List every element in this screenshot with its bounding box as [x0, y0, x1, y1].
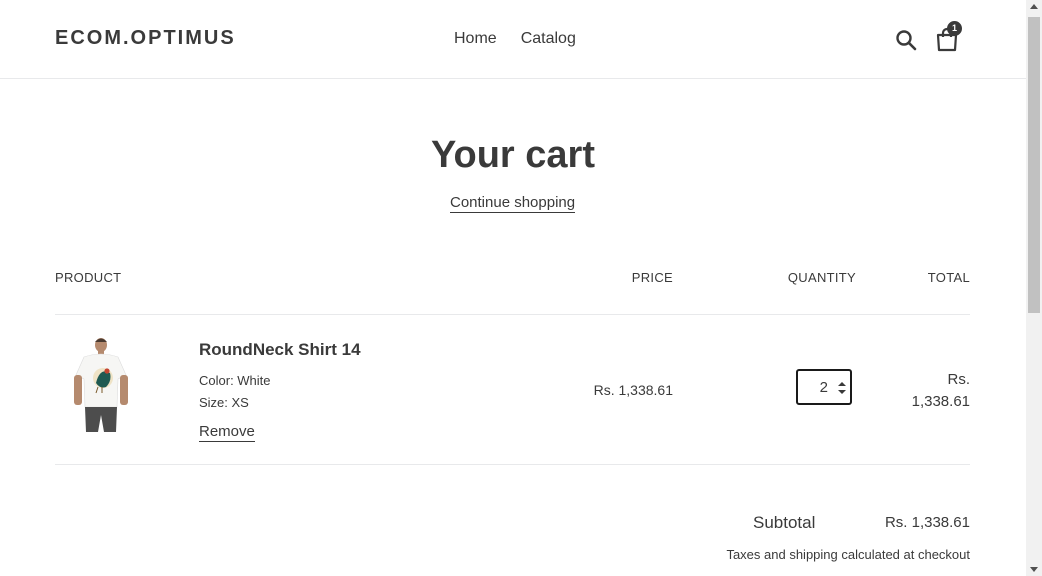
- page-title: Your cart: [430, 134, 595, 176]
- quantity-stepper[interactable]: [796, 369, 852, 405]
- product-size: Size: XS: [199, 395, 249, 410]
- site-logo[interactable]: ECOM.OPTIMUS: [55, 27, 236, 50]
- subtotal-value: Rs. 1,338.61: [884, 514, 970, 531]
- header-total: TOTAL: [927, 270, 970, 285]
- product-image[interactable]: [70, 337, 132, 432]
- item-total-amount: 1,338.61: [911, 393, 970, 410]
- item-price: Rs. 1,338.61: [593, 382, 673, 398]
- product-name-link[interactable]: RoundNeck Shirt 14: [199, 340, 361, 359]
- scrollbar-thumb[interactable]: [1028, 17, 1040, 313]
- quantity-input[interactable]: [802, 371, 828, 403]
- product-color: Color: White: [199, 373, 271, 388]
- scroll-down-arrow-icon[interactable]: [1030, 567, 1038, 572]
- search-icon[interactable]: [894, 28, 918, 52]
- cart-count-badge: 1: [947, 21, 962, 36]
- item-total: Rs. 1,338.61: [880, 369, 970, 413]
- nav-catalog[interactable]: Catalog: [509, 30, 588, 48]
- item-total-currency: Rs.: [947, 371, 971, 388]
- cart-page: ECOM.OPTIMUS Home Catalog 1 Your cart Co…: [0, 0, 1026, 576]
- header-product: PRODUCT: [55, 270, 122, 285]
- taxes-note: Taxes and shipping calculated at checkou…: [726, 547, 970, 562]
- header-price: PRICE: [631, 270, 673, 285]
- continue-shopping-link[interactable]: Continue shopping: [450, 194, 576, 213]
- nav-home[interactable]: Home: [442, 30, 509, 48]
- header-quantity: QUANTITY: [787, 270, 856, 285]
- table-divider-bottom: [55, 464, 970, 465]
- quantity-spinner-icon[interactable]: [836, 380, 848, 396]
- table-divider-top: [55, 314, 970, 315]
- subtotal-label: Subtotal: [753, 513, 816, 532]
- site-header: ECOM.OPTIMUS Home Catalog 1: [0, 0, 1026, 79]
- scroll-up-arrow-icon[interactable]: [1030, 4, 1038, 9]
- main-nav: Home Catalog: [442, 30, 588, 48]
- page-scrollbar[interactable]: [1026, 0, 1042, 576]
- remove-item-link[interactable]: Remove: [199, 423, 255, 442]
